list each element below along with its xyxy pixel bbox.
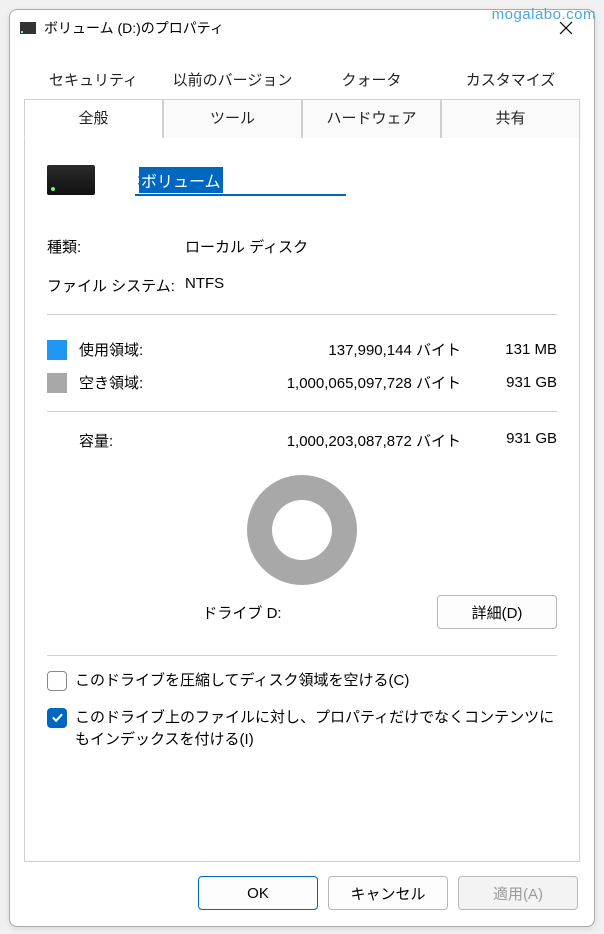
compress-checkbox-row: このドライブを圧縮してディスク領域を空ける(C) xyxy=(47,670,557,693)
capacity-bytes: 1,000,203,087,872 バイト xyxy=(185,430,479,451)
apply-button[interactable]: 適用(A) xyxy=(458,876,578,910)
index-checkbox[interactable] xyxy=(47,708,67,728)
details-button[interactable]: 詳細(D) xyxy=(437,595,557,629)
divider xyxy=(47,655,557,656)
tab-security[interactable]: セキュリティ xyxy=(24,62,163,99)
tab-row-lower: 全般 ツール ハードウェア 共有 xyxy=(24,99,580,138)
compress-checkbox[interactable] xyxy=(47,671,67,691)
tab-quota[interactable]: クォータ xyxy=(302,62,441,99)
check-icon xyxy=(51,711,64,724)
storage-block: 使用領域: 137,990,144 バイト 131 MB 空き領域: 1,000… xyxy=(47,333,557,399)
free-bytes: 1,000,065,097,728 バイト xyxy=(185,372,479,393)
free-space-row: 空き領域: 1,000,065,097,728 バイト 931 GB xyxy=(47,366,557,399)
volume-name-input[interactable] xyxy=(135,164,346,196)
properties-dialog: ボリューム (D:)のプロパティ セキュリティ 以前のバージョン クォータ カス… xyxy=(9,9,595,927)
tabs-container: セキュリティ 以前のバージョン クォータ カスタマイズ 全般 ツール ハードウェ… xyxy=(10,46,594,138)
tab-hardware[interactable]: ハードウェア xyxy=(302,99,441,138)
tab-previous-versions[interactable]: 以前のバージョン xyxy=(163,62,302,99)
used-bytes: 137,990,144 バイト xyxy=(185,339,479,360)
tab-tools[interactable]: ツール xyxy=(163,99,302,138)
free-human: 931 GB xyxy=(479,374,557,391)
capacity-row: 容量: 1,000,203,087,872 バイト 931 GB xyxy=(47,424,557,461)
index-label: このドライブ上のファイルに対し、プロパティだけでなくコンテンツにもインデックスを… xyxy=(75,707,557,752)
used-space-row: 使用領域: 137,990,144 バイト 131 MB xyxy=(47,333,557,366)
used-label: 使用領域: xyxy=(79,339,185,360)
filesystem-row: ファイル システム: NTFS xyxy=(47,275,557,296)
tab-row-upper: セキュリティ 以前のバージョン クォータ カスタマイズ xyxy=(24,62,580,99)
tab-customize[interactable]: カスタマイズ xyxy=(441,62,580,99)
free-color-swatch xyxy=(47,373,67,393)
volume-name-row: ボリューム xyxy=(47,164,557,196)
filesystem-value: NTFS xyxy=(185,275,224,296)
type-value: ローカル ディスク xyxy=(185,236,308,257)
drive-icon xyxy=(20,22,36,34)
pie-chart-icon xyxy=(247,475,357,585)
close-icon xyxy=(559,21,573,35)
type-label: 種類: xyxy=(47,236,185,257)
watermark-text: mogalabo.com xyxy=(492,6,596,23)
tab-general[interactable]: 全般 xyxy=(24,99,163,138)
compress-label: このドライブを圧縮してディスク領域を空ける(C) xyxy=(75,670,409,693)
cancel-button[interactable]: キャンセル xyxy=(328,876,448,910)
capacity-label: 容量: xyxy=(79,430,185,451)
tab-sharing[interactable]: 共有 xyxy=(441,99,580,138)
drive-label-row: ドライブ D: 詳細(D) xyxy=(47,595,557,629)
drive-large-icon xyxy=(47,165,95,195)
index-checkbox-row: このドライブ上のファイルに対し、プロパティだけでなくコンテンツにもインデックスを… xyxy=(47,707,557,752)
tab-content-general: ボリューム 種類: ローカル ディスク ファイル システム: NTFS 使用領域… xyxy=(24,138,580,862)
drive-label: ドライブ D: xyxy=(47,602,437,623)
capacity-human: 931 GB xyxy=(479,430,557,451)
window-title: ボリューム (D:)のプロパティ xyxy=(44,18,546,38)
used-human: 131 MB xyxy=(479,341,557,358)
divider xyxy=(47,411,557,412)
dialog-footer: OK キャンセル 適用(A) xyxy=(10,862,594,926)
used-color-swatch xyxy=(47,340,67,360)
divider xyxy=(47,314,557,315)
volume-name-wrapper: ボリューム xyxy=(135,164,557,196)
filesystem-label: ファイル システム: xyxy=(47,275,185,296)
free-label: 空き領域: xyxy=(79,372,185,393)
ok-button[interactable]: OK xyxy=(198,876,318,910)
type-row: 種類: ローカル ディスク xyxy=(47,236,557,257)
usage-chart xyxy=(47,475,557,585)
